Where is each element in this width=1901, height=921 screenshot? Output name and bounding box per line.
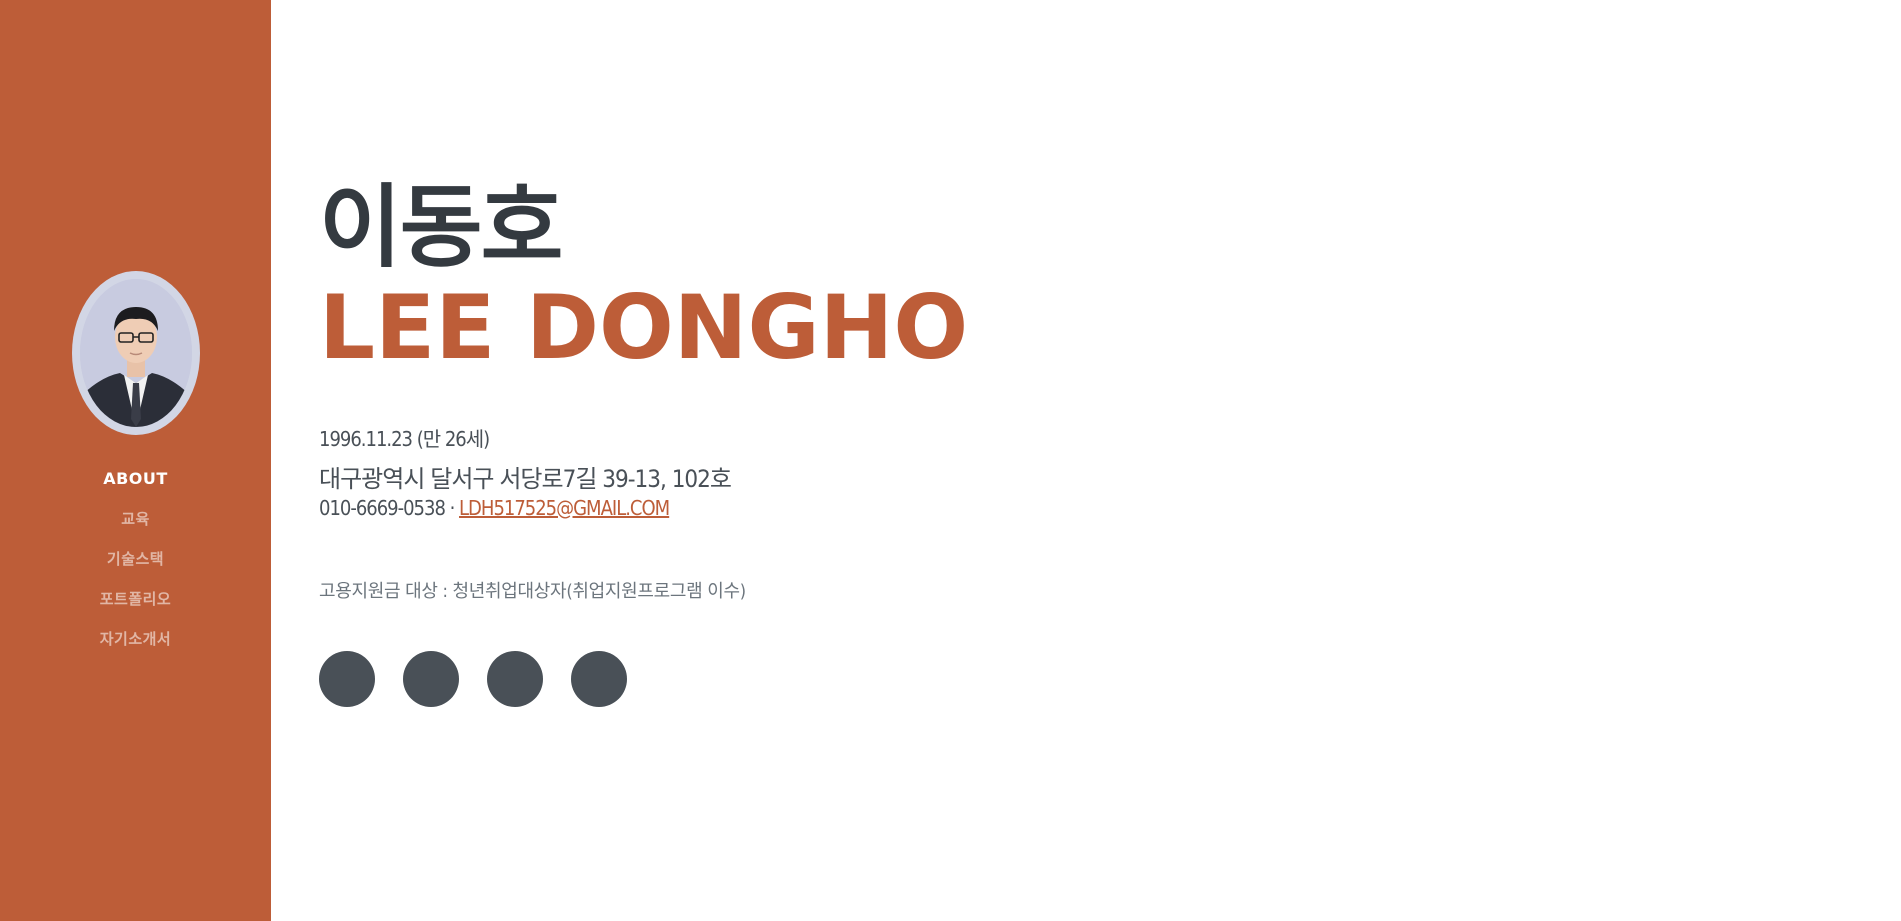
- address: 대구광역시 달서구 서당로7길 39-13, 102호: [319, 465, 732, 493]
- contact-line: 010-6669-0538 · LDH517525@GMAIL.COM: [319, 496, 670, 520]
- github-icon[interactable]: [319, 651, 375, 707]
- nav-item-education[interactable]: 교육: [121, 510, 150, 528]
- nav-item-cover-letter[interactable]: 자기소개서: [100, 630, 172, 648]
- name-english: LEE DONGHO: [319, 276, 969, 379]
- about-section: 이동호 LEE DONGHO 1996.11.23 (만 26세) 대구광역시 …: [319, 0, 1859, 921]
- phone-number: 010-6669-0538 ·: [319, 496, 460, 520]
- blog-icon[interactable]: [403, 651, 459, 707]
- avatar: [71, 270, 200, 435]
- social-icons: [319, 651, 627, 707]
- birth-date: 1996.11.23 (만 26세): [319, 427, 490, 451]
- nav-item-skills[interactable]: 기술스택: [107, 550, 164, 568]
- name-korean: 이동호: [319, 175, 563, 280]
- mail-icon[interactable]: [571, 651, 627, 707]
- nav-item-portfolio[interactable]: 포트폴리오: [100, 590, 172, 608]
- profile-photo: [79, 278, 192, 427]
- instagram-icon[interactable]: [487, 651, 543, 707]
- nav-menu: ABOUT 교육 기술스택 포트폴리오 자기소개서: [100, 459, 172, 659]
- email-link[interactable]: LDH517525@GMAIL.COM: [459, 496, 670, 520]
- subsidy-note: 고용지원금 대상 : 청년취업대상자(취업지원프로그램 이수): [319, 581, 746, 602]
- nav-item-about[interactable]: ABOUT: [103, 469, 168, 488]
- sidebar: ABOUT 교육 기술스택 포트폴리오 자기소개서: [0, 0, 271, 921]
